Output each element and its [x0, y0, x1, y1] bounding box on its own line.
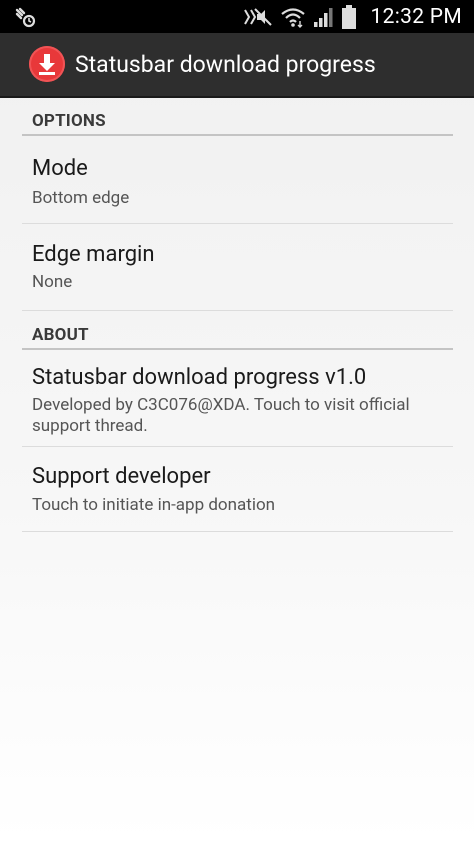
- clock: 12:32 PM: [370, 4, 462, 29]
- pref-app-info[interactable]: Statusbar download progress v1.0 Develop…: [22, 350, 453, 447]
- page-title: Statusbar download progress: [75, 51, 376, 78]
- pref-summary: None: [32, 272, 73, 292]
- pref-summary: Developed by C3C076@XDA. Touch to visit …: [32, 395, 410, 436]
- battery-icon: [341, 4, 356, 29]
- pref-title: Statusbar download progress v1.0: [32, 365, 367, 390]
- wifi-icon: [280, 7, 305, 28]
- mute-icon: [243, 7, 272, 26]
- status-bar: 12:32 PM: [0, 0, 474, 33]
- pref-summary: Bottom edge: [32, 188, 130, 208]
- action-bar: Statusbar download progress: [0, 33, 474, 98]
- category-header: ABOUT: [32, 325, 89, 345]
- app-icon[interactable]: [29, 46, 65, 82]
- pref-title: Mode: [32, 156, 88, 181]
- pref-mode[interactable]: Mode Bottom edge: [22, 136, 453, 224]
- category-options: OPTIONS: [22, 100, 453, 136]
- pref-title: Support developer: [32, 464, 211, 489]
- settings-sync-icon: [15, 7, 36, 28]
- pref-summary: Touch to initiate in-app donation: [32, 495, 276, 515]
- pref-edge-margin[interactable]: Edge margin None: [22, 224, 453, 311]
- download-arrow-icon: [39, 54, 55, 75]
- pref-title: Edge margin: [32, 242, 155, 267]
- pref-support-developer[interactable]: Support developer Touch to initiate in-a…: [22, 447, 453, 532]
- signal-icon: [313, 7, 332, 27]
- category-header: OPTIONS: [32, 111, 106, 131]
- category-about: ABOUT: [22, 314, 453, 350]
